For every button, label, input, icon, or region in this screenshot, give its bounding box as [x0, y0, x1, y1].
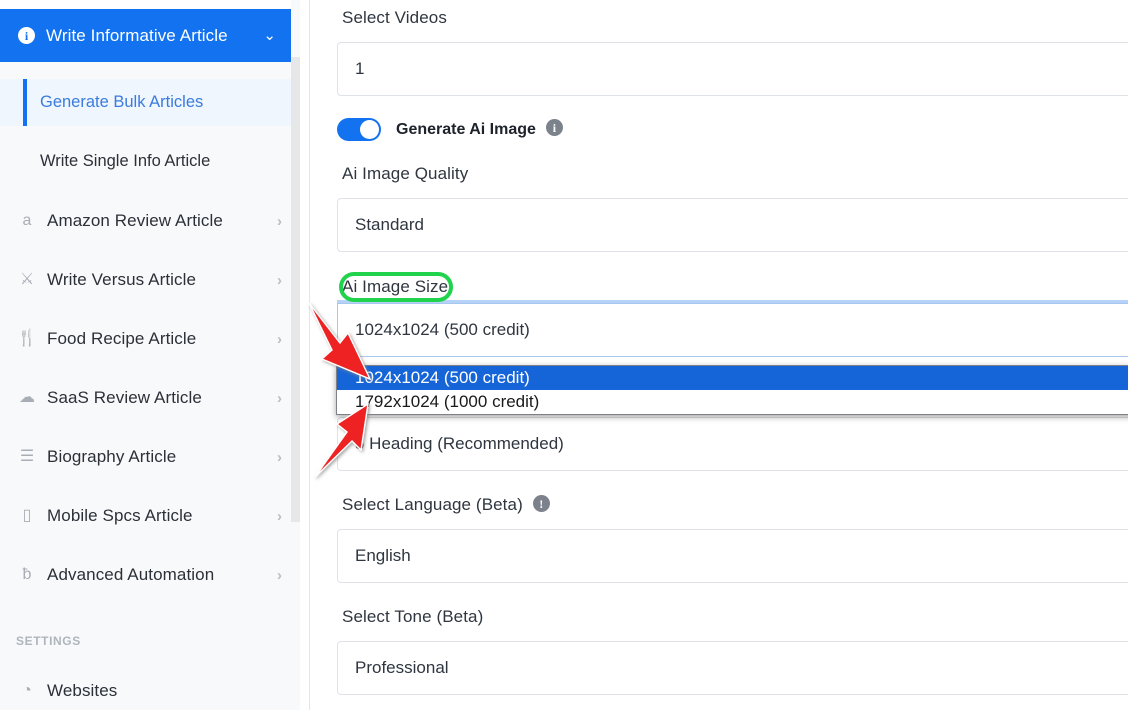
- select-heading-count-value: 5 Heading (Recommended): [355, 434, 564, 453]
- versus-swords-icon: ⚔: [19, 271, 35, 288]
- cloud-icon: ☁: [19, 389, 35, 406]
- sidebar-item-write-single-info-article[interactable]: Write Single Info Article: [0, 138, 300, 185]
- sidebar-subitem-label: Generate Bulk Articles: [40, 93, 204, 111]
- sidebar-item-biography-article[interactable]: ☰ Biography Article ›: [0, 428, 300, 486]
- sidebar-item-label: Biography Article: [47, 447, 177, 466]
- sidebar-item-saas-review-article[interactable]: ☁ SaaS Review Article ›: [0, 369, 300, 427]
- sidebar-scrollbar-track[interactable]: [291, 0, 300, 710]
- info-icon: i: [18, 27, 35, 44]
- sidebar-item-websites[interactable]: ◔ Websites: [0, 662, 300, 710]
- label-select-videos: Select Videos: [342, 8, 447, 27]
- main-content: Select Videos 1 Generate Ai Image i Ai I…: [320, 0, 1128, 710]
- sidebar: i Write Informative Article ⌄ Generate B…: [0, 0, 300, 710]
- label-select-language: Select Language (Beta)!: [342, 495, 550, 515]
- broadcast-icon: ƀ: [22, 566, 32, 583]
- chevron-right-icon: ›: [277, 389, 282, 407]
- globe-icon: ◔: [22, 682, 32, 699]
- sidebar-header-write-informative-article[interactable]: i Write Informative Article ⌄: [0, 9, 300, 62]
- select-ai-image-size[interactable]: 1024x1024 (500 credit): [337, 303, 1128, 357]
- sidebar-main-divider: [309, 0, 310, 710]
- chevron-right-icon: ›: [277, 212, 282, 230]
- label-ai-image-quality: Ai Image Quality: [342, 164, 469, 183]
- sidebar-item-advanced-automation[interactable]: ƀ Advanced Automation ›: [0, 546, 300, 604]
- select-tone-value: Professional: [355, 658, 449, 677]
- sidebar-item-write-versus-article[interactable]: ⚔ Write Versus Article ›: [0, 251, 300, 309]
- label-ai-image-size: Ai Image Size: [342, 277, 449, 296]
- toggle-generate-ai-image[interactable]: [337, 118, 381, 141]
- sidebar-item-generate-bulk-articles[interactable]: Generate Bulk Articles: [0, 79, 300, 126]
- dropdown-option[interactable]: 1792x1024 (1000 credit): [337, 390, 1128, 414]
- chevron-right-icon: ›: [277, 507, 282, 525]
- sidebar-item-label: Mobile Spcs Article: [47, 506, 193, 525]
- sidebar-item-label: Advanced Automation: [47, 565, 215, 584]
- input-select-videos[interactable]: 1: [337, 42, 1128, 96]
- dropdown-option[interactable]: 1024x1024 (500 credit): [337, 366, 1128, 390]
- fork-knife-icon: 🍴: [17, 330, 37, 347]
- info-icon[interactable]: i: [545, 119, 563, 136]
- sidebar-item-label: Write Versus Article: [47, 270, 197, 289]
- select-ai-image-quality[interactable]: Standard: [337, 198, 1128, 252]
- chevron-right-icon: ›: [277, 566, 282, 584]
- select-language-value: English: [355, 546, 411, 565]
- sidebar-item-amazon-review-article[interactable]: a Amazon Review Article ›: [0, 192, 300, 250]
- mobile-phone-icon: ▯: [22, 507, 32, 524]
- select-ai-image-quality-value: Standard: [355, 215, 424, 234]
- sidebar-item-mobile-spcs-article[interactable]: ▯ Mobile Spcs Article ›: [0, 487, 300, 545]
- sidebar-top-strip: [0, 0, 300, 9]
- amazon-icon: a: [22, 212, 32, 229]
- toggle-knob: [360, 120, 379, 139]
- label-select-tone: Select Tone (Beta): [342, 607, 484, 626]
- label-select-language-text: Select Language (Beta): [342, 495, 523, 514]
- app-root: i Write Informative Article ⌄ Generate B…: [0, 0, 1128, 710]
- chevron-right-icon: ›: [277, 271, 282, 289]
- dropdown-ai-image-size-options[interactable]: 1024x1024 (500 credit) 1792x1024 (1000 c…: [336, 365, 1128, 415]
- sidebar-item-label: Websites: [47, 681, 118, 700]
- sidebar-item-label: Amazon Review Article: [47, 211, 223, 230]
- select-ai-image-size-value: 1024x1024 (500 credit): [355, 320, 530, 339]
- sidebar-scrollbar-thumb[interactable]: [291, 57, 300, 522]
- sidebar-subitem-label: Write Single Info Article: [40, 152, 211, 170]
- toggle-row-generate-ai-image: Generate Ai Image i: [337, 118, 563, 141]
- sidebar-item-label: Food Recipe Article: [47, 329, 197, 348]
- input-select-videos-value: 1: [355, 59, 365, 78]
- sidebar-item-food-recipe-article[interactable]: 🍴 Food Recipe Article ›: [0, 310, 300, 368]
- sidebar-section-heading-settings: SETTINGS: [16, 634, 81, 648]
- book-icon: ☰: [19, 448, 35, 465]
- chevron-right-icon: ›: [277, 448, 282, 466]
- chevron-down-icon[interactable]: ⌄: [263, 28, 284, 43]
- toggle-generate-ai-image-label: Generate Ai Image: [396, 120, 536, 138]
- sidebar-header-label: Write Informative Article: [46, 25, 228, 45]
- select-heading-count[interactable]: 5 Heading (Recommended): [337, 417, 1128, 471]
- chevron-right-icon: ›: [277, 330, 282, 348]
- sidebar-item-label: SaaS Review Article: [47, 388, 202, 407]
- select-language[interactable]: English: [337, 529, 1128, 583]
- select-tone[interactable]: Professional: [337, 641, 1128, 695]
- alert-info-icon[interactable]: !: [532, 495, 550, 513]
